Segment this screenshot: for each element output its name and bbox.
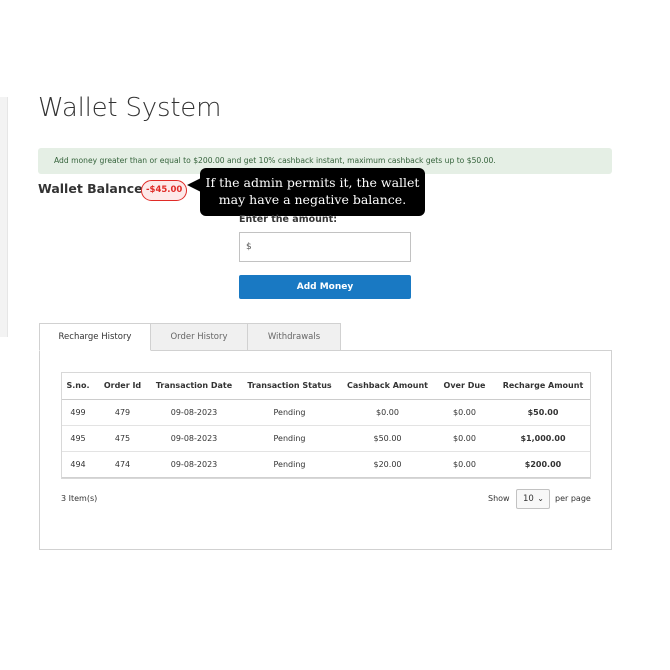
tab-recharge-history[interactable]: Recharge History: [39, 323, 151, 351]
amount-label: Enter the amount:: [239, 214, 337, 225]
column-header-transaction-date: Transaction Date: [150, 372, 238, 400]
callout-arrow: [187, 178, 201, 192]
cell-transaction-date: 09-08-2023: [150, 451, 238, 478]
history-tabs: Recharge History Order History Withdrawa…: [39, 323, 341, 351]
column-header-sno: S.no.: [61, 372, 95, 400]
cell-cashback-amount: $50.00: [341, 425, 434, 452]
column-header-cashback-amount: Cashback Amount: [341, 372, 434, 400]
cell-sno: 494: [61, 451, 95, 478]
tab-withdrawals[interactable]: Withdrawals: [247, 323, 341, 351]
table-row: 495 475 09-08-2023 Pending $50.00 $0.00 …: [61, 425, 591, 452]
cell-cashback-amount: $20.00: [341, 451, 434, 478]
callout-line-2: may have a negative balance.: [218, 191, 407, 207]
column-header-order-id: Order Id: [95, 372, 150, 400]
cell-transaction-status: Pending: [238, 451, 341, 478]
tab-order-history[interactable]: Order History: [150, 323, 248, 351]
per-page-label: per page: [555, 494, 591, 503]
wallet-balance-badge: -$45.00: [141, 180, 188, 201]
cell-sno: 495: [61, 425, 95, 452]
cell-cashback-amount: $0.00: [341, 399, 434, 426]
cell-transaction-date: 09-08-2023: [150, 425, 238, 452]
cell-over-due: $0.00: [434, 425, 495, 452]
page-size-select[interactable]: 10 ⌄: [516, 489, 550, 509]
table-header-row: S.no. Order Id Transaction Date Transact…: [61, 372, 591, 400]
chevron-down-icon: ⌄: [537, 494, 544, 503]
column-header-transaction-status: Transaction Status: [238, 372, 341, 400]
page-title: Wallet System: [38, 93, 222, 123]
cell-transaction-date: 09-08-2023: [150, 399, 238, 426]
cell-over-due: $0.00: [434, 399, 495, 426]
callout-line-1: If the admin permits it, the wallet: [205, 175, 420, 190]
recharge-history-panel: S.no. Order Id Transaction Date Transact…: [39, 350, 612, 550]
wallet-balance-label: Wallet Balance :: [38, 181, 152, 196]
recharge-history-table: S.no. Order Id Transaction Date Transact…: [61, 372, 591, 478]
table-row: 494 474 09-08-2023 Pending $20.00 $0.00 …: [61, 451, 591, 478]
cell-transaction-status: Pending: [238, 399, 341, 426]
column-header-recharge-amount: Recharge Amount: [495, 372, 591, 400]
cell-order-id: 474: [95, 451, 150, 478]
table-row: 499 479 09-08-2023 Pending $0.00 $0.00 $…: [61, 399, 591, 426]
cell-recharge-amount: $50.00: [495, 399, 591, 426]
add-money-button[interactable]: Add Money: [239, 275, 411, 299]
cell-sno: 499: [61, 399, 95, 426]
cell-transaction-status: Pending: [238, 425, 341, 452]
cell-order-id: 475: [95, 425, 150, 452]
left-sidebar-edge: [0, 97, 8, 337]
negative-balance-callout: If the admin permits it, the wallet may …: [200, 168, 425, 216]
amount-input[interactable]: [239, 232, 411, 262]
show-label: Show: [488, 494, 510, 503]
cell-order-id: 479: [95, 399, 150, 426]
page-size-value: 10: [523, 494, 534, 504]
cell-recharge-amount: $200.00: [495, 451, 591, 478]
cell-recharge-amount: $1,000.00: [495, 425, 591, 452]
item-count: 3 Item(s): [61, 494, 98, 503]
column-header-over-due: Over Due: [434, 372, 495, 400]
cell-over-due: $0.00: [434, 451, 495, 478]
